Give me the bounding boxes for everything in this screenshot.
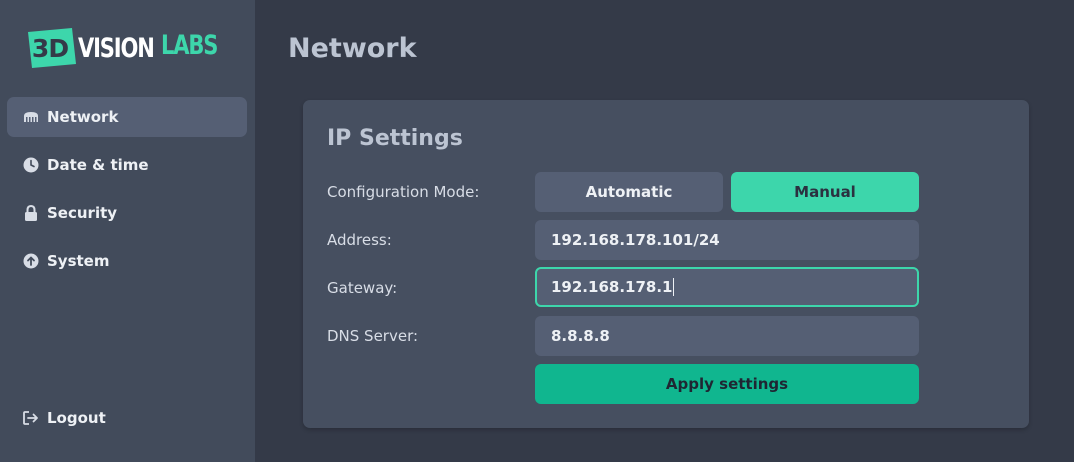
gateway-field[interactable]: 192.168.178.1: [535, 267, 919, 307]
upload-circle-icon: [23, 253, 39, 269]
sidebar-item-label: Security: [47, 204, 118, 222]
logout-button[interactable]: Logout: [7, 398, 247, 438]
sidebar-nav: Network Date & time Security System: [7, 97, 247, 289]
logo-badge: 3D: [24, 28, 76, 68]
gateway-label: Gateway:: [327, 279, 398, 297]
config-mode-label: Configuration Mode:: [327, 183, 480, 201]
sidebar-item-date-time[interactable]: Date & time: [7, 145, 247, 185]
lock-icon: [23, 205, 39, 221]
sidebar-item-system[interactable]: System: [7, 241, 247, 281]
logo-word-labs: LABS: [161, 30, 218, 61]
dns-server-field[interactable]: 8.8.8.8: [535, 316, 919, 356]
manual-mode-button[interactable]: Manual: [731, 172, 919, 212]
clock-icon: [23, 157, 39, 173]
sidebar-item-label: Network: [47, 108, 119, 126]
card-title: IP Settings: [327, 126, 463, 151]
page-title: Network: [288, 33, 417, 64]
sidebar-item-label: Date & time: [47, 156, 149, 174]
sidebar-item-label: System: [47, 252, 110, 270]
automatic-mode-button[interactable]: Automatic: [535, 172, 723, 212]
logo-word-vision: VISION: [78, 32, 155, 64]
brand-logo[interactable]: 3D VISION LABS: [24, 28, 218, 68]
logout-label: Logout: [47, 409, 106, 427]
address-label: Address:: [327, 231, 392, 249]
text-caret: [673, 278, 675, 296]
address-field[interactable]: 192.168.178.101/24: [535, 220, 919, 260]
sidebar-item-network[interactable]: Network: [7, 97, 247, 137]
apply-settings-button[interactable]: Apply settings: [535, 364, 919, 404]
sidebar: 3D VISION LABS Network Date & time Secur…: [0, 0, 255, 462]
address-value: 192.168.178.101/24: [551, 231, 720, 249]
logo-badge-text: 3D: [31, 33, 69, 63]
ip-settings-card: IP Settings Configuration Mode: Automati…: [303, 100, 1029, 428]
gateway-value: 192.168.178.1: [551, 278, 673, 296]
dns-server-label: DNS Server:: [327, 327, 419, 345]
logout-icon: [23, 410, 39, 426]
network-icon: [23, 109, 39, 125]
sidebar-item-security[interactable]: Security: [7, 193, 247, 233]
dns-server-value: 8.8.8.8: [551, 327, 610, 345]
